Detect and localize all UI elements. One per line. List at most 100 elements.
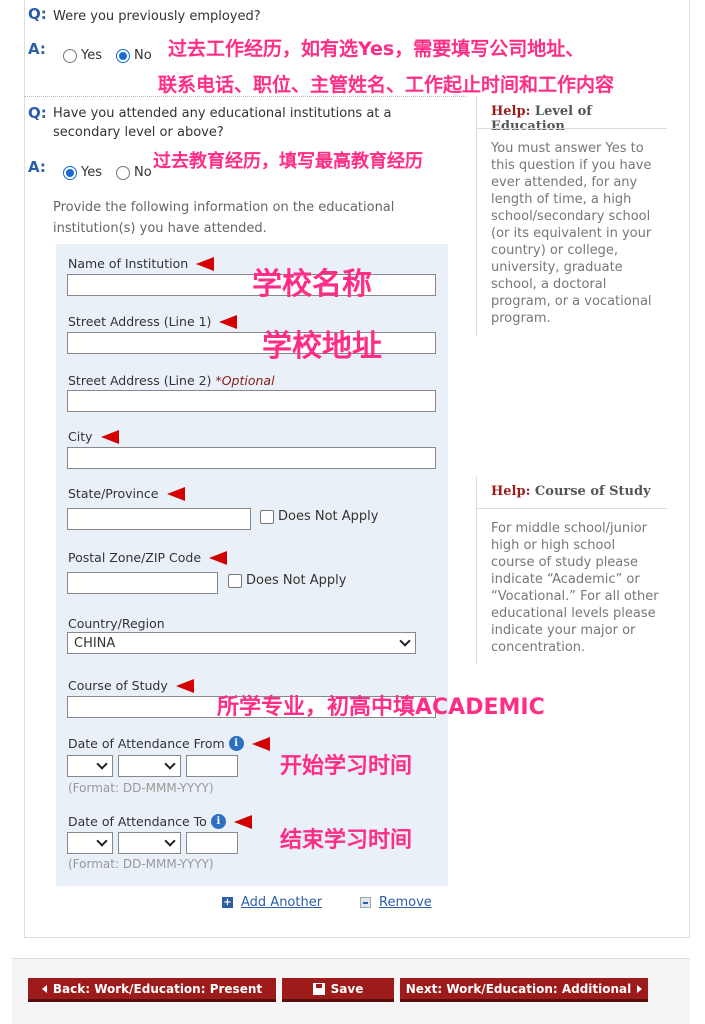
street1-label-text: Street Address (Line 1) — [68, 314, 212, 329]
education-yes-option[interactable]: Yes — [63, 165, 102, 180]
help-divider — [477, 508, 667, 509]
help-line: university, graduate — [491, 260, 623, 275]
institution-label-text: Name of Institution — [68, 256, 189, 271]
employed-yes-radio[interactable] — [63, 48, 77, 63]
save-button[interactable]: Save — [282, 978, 394, 1002]
street-address-line2-input[interactable] — [67, 390, 436, 412]
from-year-input[interactable] — [186, 755, 238, 777]
employed-no-radio[interactable] — [116, 48, 130, 63]
help-line: concentration. — [491, 640, 586, 655]
q-marker: Q: — [28, 104, 47, 122]
chevron-down-icon — [96, 835, 108, 847]
employed-yes-option[interactable]: Yes — [63, 48, 102, 63]
arrow-left-icon — [41, 984, 47, 993]
education-yes-label: Yes — [81, 165, 102, 180]
remove-button[interactable]: Remove — [360, 895, 432, 910]
annotation-institution: 学校名称 — [252, 267, 372, 302]
from-month-select[interactable] — [118, 755, 181, 777]
help-title: Help: Course of Study — [491, 484, 651, 499]
help-line: school, a doctoral — [491, 277, 607, 292]
help-line: country) or college, — [491, 243, 619, 258]
question-education-line1: Have you attended any educational instit… — [53, 106, 392, 121]
question-previously-employed: Were you previously employed? — [53, 9, 261, 24]
help-level-of-education: Help: Level of Education You must answer… — [476, 96, 667, 336]
country-label: Country/Region — [68, 616, 165, 631]
required-flag-icon — [175, 678, 194, 693]
annotation-address: 学校地址 — [262, 329, 382, 364]
provide-info-line2: institution(s) you have attended. — [53, 221, 267, 236]
help-prefix: Help: — [491, 484, 531, 499]
chevron-down-icon — [96, 758, 108, 770]
postal-does-not-apply[interactable]: Does Not Apply — [228, 573, 346, 588]
help-line: this question if you have — [491, 158, 652, 173]
postal-dna-checkbox[interactable] — [228, 573, 242, 588]
annotation-education: 过去教育经历，填写最高教育经历 — [153, 151, 423, 172]
help-prefix: Help: — [491, 104, 531, 119]
to-label: Date of Attendance To i — [68, 814, 252, 829]
state-label: State/Province — [68, 486, 185, 501]
divider — [24, 96, 466, 97]
state-dna-label: Does Not Apply — [278, 509, 379, 524]
annotation-employment-details: 联系电话、职位、主管姓名、工作起止时间和工作内容 — [158, 74, 615, 96]
state-province-input[interactable] — [67, 508, 251, 530]
add-icon: + — [222, 897, 233, 908]
state-does-not-apply[interactable]: Does Not Apply — [260, 509, 378, 524]
help-body: You must answer Yes to this question if … — [491, 140, 652, 327]
education-no-label: No — [134, 165, 152, 180]
annotation-employment: 过去工作经历，如有选Yes，需要填写公司地址、 — [168, 38, 585, 60]
help-line: school/secondary school — [491, 209, 651, 224]
street2-label-text: Street Address (Line 2) — [68, 373, 212, 388]
city-label-text: City — [68, 429, 93, 444]
education-no-option[interactable]: No — [116, 165, 152, 180]
state-dna-checkbox[interactable] — [260, 509, 274, 524]
help-line: indicate “Academic” or — [491, 572, 640, 587]
help-divider — [477, 128, 667, 129]
required-flag-icon — [100, 429, 119, 444]
help-title: Help: Level of Education — [491, 104, 666, 134]
city-label: City — [68, 429, 119, 444]
required-flag-icon — [166, 486, 185, 501]
add-another-link[interactable]: Add Another — [241, 895, 322, 910]
info-icon[interactable]: i — [228, 736, 244, 751]
add-another-button[interactable]: + Add Another — [222, 895, 322, 910]
to-year-input[interactable] — [186, 832, 238, 854]
help-line: ever attended, for any — [491, 175, 638, 190]
save-button-label: Save — [330, 981, 364, 996]
help-course-of-study: Help: Course of Study For middle school/… — [476, 476, 667, 664]
q-marker: Q: — [28, 5, 47, 23]
to-month-select[interactable] — [118, 832, 181, 854]
education-yes-radio[interactable] — [63, 165, 77, 180]
institution-label: Name of Institution — [68, 256, 215, 271]
education-no-radio[interactable] — [116, 165, 130, 180]
country-select[interactable]: CHINA — [67, 632, 416, 654]
required-flag-icon — [233, 814, 252, 829]
required-flag-icon — [196, 256, 215, 271]
employed-no-option[interactable]: No — [116, 48, 152, 63]
remove-icon — [360, 897, 371, 908]
annotation-end-date: 结束学习时间 — [280, 828, 413, 853]
chevron-down-icon — [399, 635, 411, 647]
question-education-line2: secondary level or above? — [53, 125, 224, 140]
from-day-select[interactable] — [67, 755, 113, 777]
arrow-right-icon — [637, 984, 643, 993]
info-icon[interactable]: i — [210, 814, 226, 829]
required-flag-icon — [209, 550, 228, 565]
remove-link[interactable]: Remove — [379, 895, 432, 910]
required-flag-icon — [251, 736, 270, 751]
state-label-text: State/Province — [68, 486, 159, 501]
to-day-select[interactable] — [67, 832, 113, 854]
help-line: “Vocational.” For all other — [491, 589, 659, 604]
annotation-course: 所学专业，初高中填ACADEMIC — [217, 695, 545, 720]
save-disk-icon — [312, 982, 325, 995]
help-line: program, or a vocational — [491, 294, 652, 309]
from-label: Date of Attendance From i — [68, 736, 270, 751]
postal-code-input[interactable] — [67, 572, 218, 594]
help-body: For middle school/junior high or high sc… — [491, 520, 659, 656]
city-input[interactable] — [67, 447, 436, 469]
a-marker: A: — [28, 158, 46, 176]
postal-label: Postal Zone/ZIP Code — [68, 550, 228, 565]
next-button[interactable]: Next: Work/Education: Additional — [400, 978, 648, 1002]
back-button[interactable]: Back: Work/Education: Present — [28, 978, 276, 1002]
provide-info-line1: Provide the following information on the… — [53, 200, 395, 215]
chevron-down-icon — [164, 835, 176, 847]
